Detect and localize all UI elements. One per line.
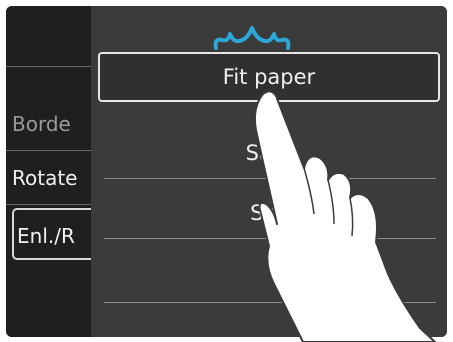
setting-item-label: Enl./R [17,224,75,248]
settings-panel: Borde Rotate Enl./R [6,6,96,337]
setting-item-label: Borde [12,112,71,136]
setting-item-enlarge-reduce[interactable]: Enl./R [12,208,96,260]
setting-item-rotate[interactable]: Rotate [6,152,91,204]
pointing-hand-icon [253,90,436,342]
separator [6,150,91,151]
separator [6,66,91,67]
setting-item-border[interactable]: Borde [6,98,91,150]
scroll-up-indicator-icon [213,26,291,50]
separator [6,204,91,205]
setting-item-label: Rotate [12,166,78,190]
